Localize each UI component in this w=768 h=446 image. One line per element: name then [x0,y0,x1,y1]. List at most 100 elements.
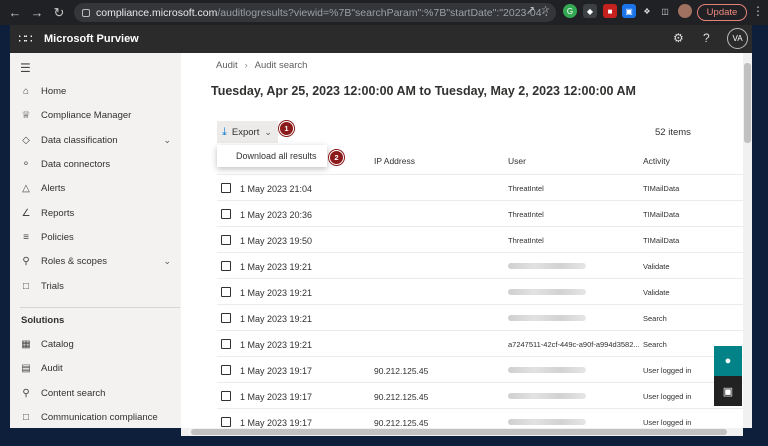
cell-date[interactable]: 1 May 2023 19:21 [240,288,312,298]
redacted-value [508,367,586,373]
shield-ext-icon[interactable]: ◆ [583,4,597,18]
cell-activity: TIMailData [643,210,680,219]
row-checkbox[interactable] [221,261,231,271]
cell-user [508,366,586,375]
cell-date[interactable]: 1 May 2023 19:17 [240,366,312,376]
row-checkbox[interactable] [221,339,231,349]
table-row[interactable]: 1 May 2023 19:50 ThreatIntel TIMailData [217,227,744,253]
app-title[interactable]: Microsoft Purview [44,33,139,45]
feedback-icon: ▣ [722,385,734,398]
reload-icon[interactable]: ↻ [48,2,70,24]
scroll-thumb[interactable] [744,63,751,143]
row-checkbox[interactable] [221,209,231,219]
column-header-user[interactable]: User [508,156,526,166]
address-bar[interactable]: compliance.microsoft.com /auditlogresult… [74,3,556,22]
sidepanel-icon[interactable]: ◫ [658,4,672,18]
nav-item-alerts[interactable]: △ Alerts [10,177,181,199]
search-icon: ⚲ [22,387,30,399]
cell-date[interactable]: 1 May 2023 19:21 [240,340,312,350]
nav-item-content-search[interactable]: ⚲ Content search [10,382,181,404]
table-row[interactable]: 1 May 2023 19:17 90.212.125.45 User logged… [217,357,744,383]
table-row[interactable]: 1 May 2023 19:21 Validate [217,279,744,305]
help-icon[interactable]: ? [703,31,710,45]
trials-icon: □ [22,280,30,292]
row-checkbox[interactable] [221,287,231,297]
forward-icon[interactable]: → [26,2,48,24]
trophy-icon: ♕ [21,109,31,121]
star-icon[interactable]: ☆ [541,5,550,16]
extension-badge-icon[interactable]: ■ [603,4,617,18]
cell-user: ThreatIntel [508,210,544,219]
cell-date[interactable]: 1 May 2023 19:50 [240,236,312,246]
back-icon[interactable]: ← [4,2,26,24]
nav-label: Audit [41,362,63,374]
cell-date[interactable]: 1 May 2023 19:21 [240,262,312,272]
nav-item-reports[interactable]: ∠ Reports [10,202,181,224]
nav-item-compliance-manager[interactable]: ♕ Compliance Manager [10,104,181,126]
lightbulb-icon: ● [724,355,732,367]
download-icon: ⤓ [222,125,227,138]
table-row[interactable]: 1 May 2023 20:36 ThreatIntel TIMailData [217,201,744,227]
puzzle-icon[interactable]: ❖ [640,4,654,18]
cell-date[interactable]: 1 May 2023 19:21 [240,314,312,324]
cell-user: a7247511-42cf-449c-a90f-a994d3582... [508,340,640,349]
cell-activity: Validate [643,288,670,297]
table-row[interactable]: 1 May 2023 21:04 ThreatIntel TIMailData [217,175,744,201]
grammarly-icon[interactable]: G [563,4,577,18]
nav-item-catalog[interactable]: ▦ Catalog [10,333,181,355]
more-icon[interactable]: ⋮ [752,4,764,18]
column-header-activity[interactable]: Activity [643,156,670,166]
vertical-scrollbar[interactable] [743,53,752,428]
column-header-ip[interactable]: IP Address [374,156,415,166]
nav-label: Roles & scopes [41,255,108,267]
feedback-button[interactable]: ▣ [714,376,742,406]
left-nav: ☰ ⌂ Home ♕ Compliance Manager ◇ Data cla… [10,53,181,428]
chat-icon: □ [22,411,30,423]
table-row[interactable]: 1 May 2023 19:21 Validate [217,253,744,279]
cell-date[interactable]: 1 May 2023 19:17 [240,418,312,428]
nav-item-policies[interactable]: ≡ Policies [10,226,181,248]
row-checkbox[interactable] [221,365,231,375]
export-button[interactable]: ⤓ Export ⌄ [217,121,278,143]
row-checkbox[interactable] [221,183,231,193]
nav-item-roles-scopes[interactable]: ⚲ Roles & scopes ⌄ [10,250,181,272]
cell-date[interactable]: 1 May 2023 20:36 [240,210,312,220]
download-all-results-menu-item[interactable]: Download all results [217,145,327,167]
profile-icon[interactable] [678,4,692,18]
nav-item-home[interactable]: ⌂ Home [10,80,181,102]
nav-item-communication-compliance[interactable]: □ Communication compliance [10,406,181,428]
breadcrumb-audit[interactable]: Audit [216,60,238,71]
share-icon[interactable]: ↗ [527,5,535,16]
cell-user [508,314,586,323]
table-row[interactable]: 1 May 2023 19:21 a7247511-42cf-449c-a90f-… [217,331,744,357]
main-content: Audit › Audit search Tuesday, Apr 25, 20… [181,53,752,428]
scroll-thumb[interactable] [191,429,727,435]
connector-icon: ⚬ [21,158,31,170]
extension-blue-icon[interactable]: ▣ [622,4,636,18]
tag-icon: ◇ [22,134,30,146]
nav-item-audit[interactable]: ▤ Audit [10,357,181,379]
row-checkbox[interactable] [221,391,231,401]
avatar[interactable]: VA [727,28,748,49]
table-row[interactable]: 1 May 2023 19:21 Search [217,305,744,331]
cell-date[interactable]: 1 May 2023 21:04 [240,184,312,194]
update-button[interactable]: Update [697,4,747,21]
nav-section-title: Solutions [21,315,65,326]
cell-date[interactable]: 1 May 2023 19:17 [240,392,312,402]
assistant-button[interactable]: ● [714,346,742,376]
nav-item-trials[interactable]: □ Trials [10,275,181,297]
waffle-icon[interactable]: ∷∷ [10,32,40,46]
row-checkbox[interactable] [221,313,231,323]
nav-item-data-connectors[interactable]: ⚬ Data connectors [10,153,181,175]
chevron-down-icon: ⌄ [264,126,272,137]
cell-activity: Validate [643,262,670,271]
hamburger-icon[interactable]: ☰ [20,61,31,75]
row-checkbox[interactable] [221,417,231,427]
gear-icon[interactable]: ⚙ [673,31,684,45]
table-row[interactable]: 1 May 2023 19:17 90.212.125.45 User logged… [217,409,744,428]
nav-item-data-classification[interactable]: ◇ Data classification ⌄ [10,129,181,151]
table-row[interactable]: 1 May 2023 19:17 90.212.125.45 User logged… [217,383,744,409]
cell-user [508,418,586,427]
row-checkbox[interactable] [221,235,231,245]
horizontal-scrollbar[interactable] [181,428,743,436]
